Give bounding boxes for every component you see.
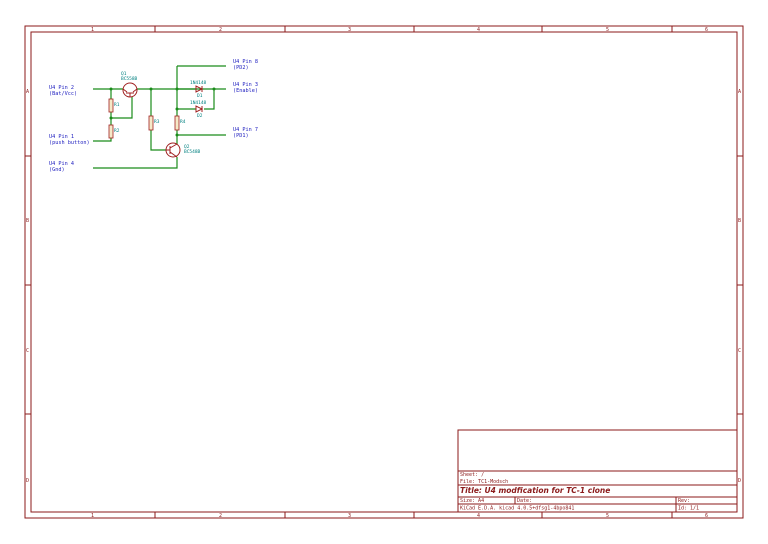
label-pin3: U4 Pin 3 (Enable)	[233, 82, 258, 94]
date: Date:	[517, 498, 532, 504]
row-a: A	[738, 89, 741, 95]
row-b: B	[26, 218, 29, 224]
label-desc: (PD2)	[233, 65, 249, 71]
label-pin8: U4 Pin 8 (PD2)	[233, 59, 258, 71]
d2-value: 1N4148	[190, 100, 207, 106]
label-desc: (Enable)	[233, 88, 258, 94]
col-3: 3	[348, 513, 351, 519]
file-name: File: TC1-Modsch	[460, 479, 508, 485]
col-2: 2	[219, 27, 222, 33]
row-labels-right: A B C D	[738, 89, 741, 484]
outer-frame	[24, 25, 744, 519]
label-desc: (Bat/Vcc)	[49, 91, 77, 97]
d1-value: 1N4148	[190, 80, 207, 86]
col-4: 4	[477, 513, 480, 519]
d2-ref: D2	[197, 113, 203, 119]
col-5: 5	[606, 513, 609, 519]
schematic-canvas: 1 2 3 4 5 6 1 2 3 4 5 6 A B C D A B C D	[24, 25, 744, 519]
transistor-q2[interactable]: Q2 BC548B	[165, 142, 201, 158]
q2-value: BC548B	[184, 149, 201, 155]
kicad-version: KiCad E.D.A. kicad 4.0.5+dfsg1-4bpo841	[460, 506, 574, 512]
r2-ref: R2	[114, 128, 120, 134]
col-4: 4	[477, 27, 480, 33]
label-desc: (Gnd)	[49, 167, 65, 173]
r4-ref: R4	[180, 119, 186, 125]
sheet-id: Id: 1/1	[678, 506, 699, 512]
resistor-r1[interactable]: R1	[108, 98, 120, 113]
row-labels-left: A B C D	[26, 89, 29, 484]
r3-ref: R3	[154, 119, 160, 125]
sheet-title: Title: U4 modfication for TC-1 clone	[460, 486, 610, 495]
col-6: 6	[705, 27, 708, 33]
row-d: D	[738, 478, 741, 484]
border-ticks	[25, 26, 743, 518]
row-b: B	[738, 218, 741, 224]
resistor-r4[interactable]: R4	[174, 115, 186, 131]
col-2: 2	[219, 513, 222, 519]
revision: Rev:	[678, 498, 690, 504]
row-d: D	[26, 478, 29, 484]
transistor-q1[interactable]: Q1 BC558B	[121, 71, 138, 98]
label-desc: (push button)	[49, 140, 90, 146]
col-5: 5	[606, 27, 609, 33]
col-6: 6	[705, 513, 708, 519]
resistor-r3[interactable]: R3	[148, 115, 160, 131]
d1-ref: D1	[197, 93, 203, 99]
label-pin2: U4 Pin 2 (Bat/Vcc)	[49, 85, 77, 97]
r1-ref: R1	[114, 102, 120, 108]
label-desc: (PD1)	[233, 133, 249, 139]
q1-value: BC558B	[121, 76, 138, 82]
label-pin1: U4 Pin 1 (push button)	[49, 134, 90, 146]
label-pin7: U4 Pin 7 (PD1)	[233, 127, 258, 139]
sheet-name: Sheet: /	[460, 472, 484, 478]
col-1: 1	[91, 27, 94, 33]
label-pin4: U4 Pin 4 (Gnd)	[49, 161, 74, 173]
resistor-r2[interactable]: R2	[108, 124, 120, 139]
row-a: A	[26, 89, 29, 95]
title-block: Sheet: / File: TC1-Modsch Title: U4 modf…	[457, 429, 738, 513]
row-c: C	[26, 348, 29, 354]
paper-size: Size: A4	[460, 498, 484, 504]
inner-frame	[30, 31, 738, 513]
row-c: C	[738, 348, 741, 354]
col-3: 3	[348, 27, 351, 33]
col-1: 1	[91, 513, 94, 519]
